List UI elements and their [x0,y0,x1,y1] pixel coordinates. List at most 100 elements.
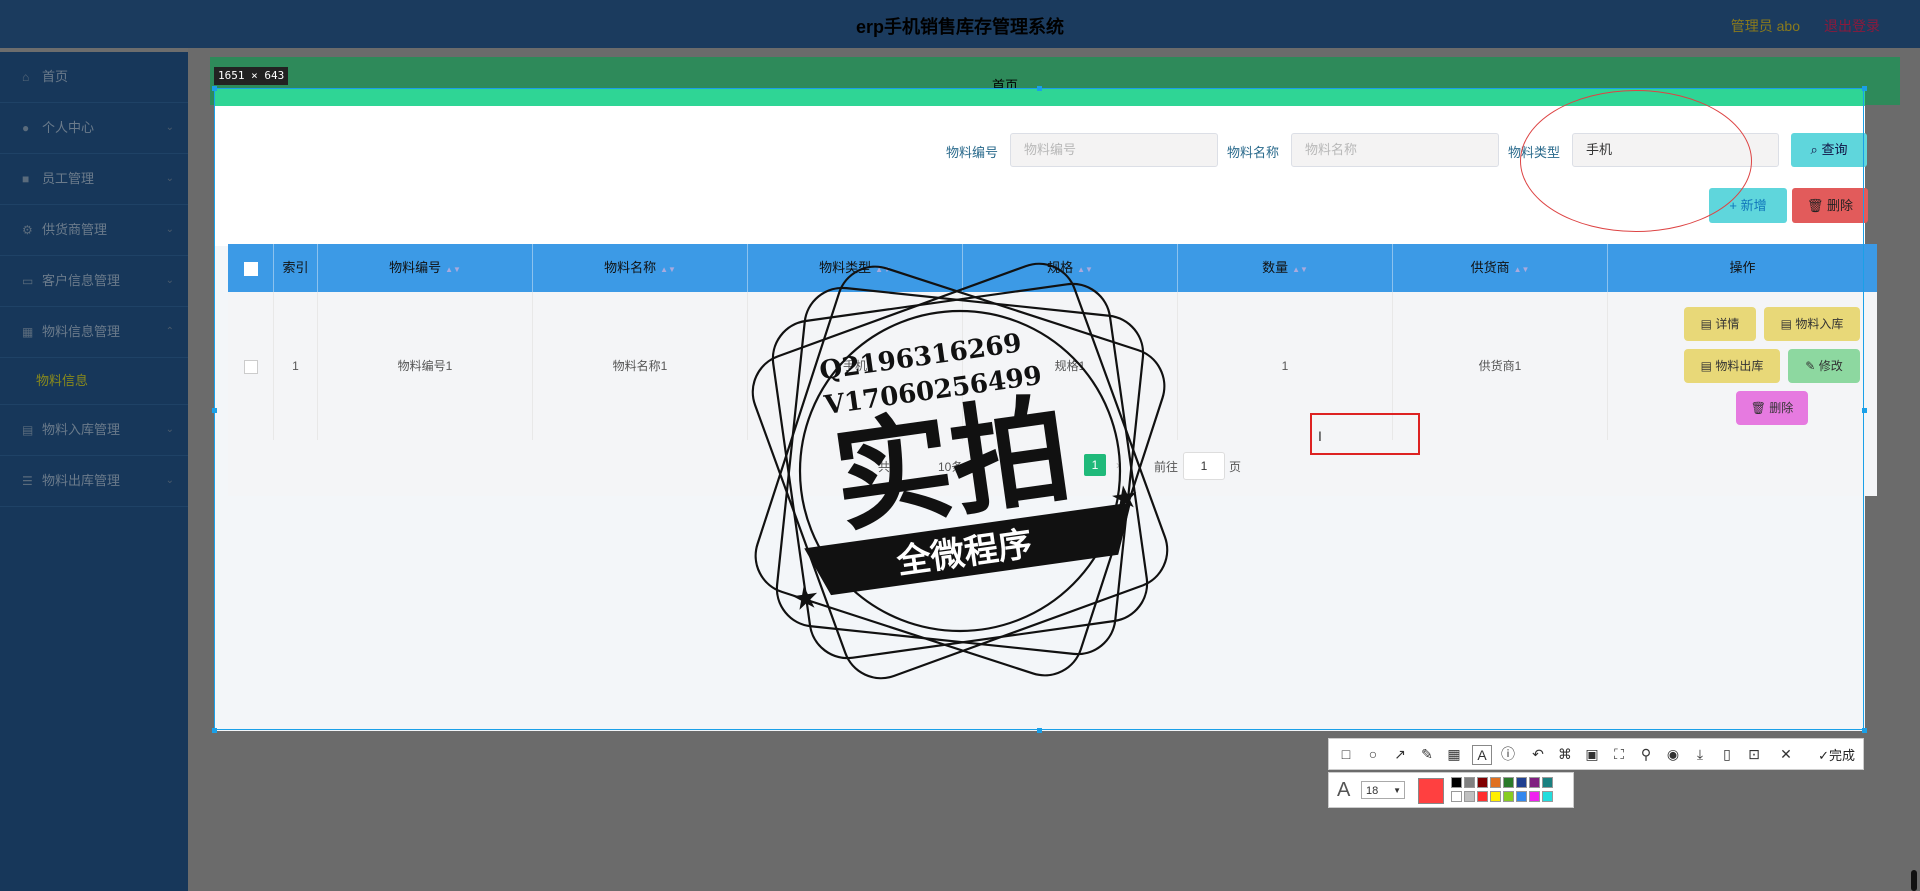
sidebar-item-inbound[interactable]: ▤ 物料入库管理 ⌄ [0,405,188,456]
edit-button[interactable]: ✎ 修改 [1788,349,1860,383]
chevron-down-icon: ⌄ [165,122,174,133]
resize-handle[interactable] [212,728,217,733]
text-tool-icon[interactable]: A [1472,745,1492,765]
current-color-swatch[interactable] [1418,778,1444,804]
resize-handle[interactable] [212,86,217,91]
close-icon[interactable]: ✕ [1777,745,1795,763]
scrollbar-thumb[interactable] [1911,870,1917,891]
mosaic-tool-icon[interactable]: ▦ [1445,745,1463,763]
phone-icon[interactable]: ▯ [1718,745,1736,763]
translate-icon[interactable]: ⌘ [1556,745,1574,763]
color-swatch[interactable] [1451,777,1462,788]
resize-handle[interactable] [1037,728,1042,733]
color-swatch[interactable] [1542,791,1553,802]
resize-handle[interactable] [1862,86,1867,91]
color-swatch[interactable] [1516,791,1527,802]
font-size-value: 18 [1366,785,1379,797]
resize-handle[interactable] [1037,86,1042,91]
col-index: 索引 [274,244,318,292]
color-swatch[interactable] [1529,791,1540,802]
undo-icon[interactable]: ↶ [1529,745,1547,763]
resize-handle[interactable] [212,408,217,413]
color-swatch[interactable] [1464,791,1475,802]
color-swatch[interactable] [1503,777,1514,788]
material-name-label: 物料名称 [1227,145,1280,160]
text-cursor-icon: I [1318,428,1322,444]
page-unit-label: 页 [1229,460,1242,474]
sort-icon[interactable]: ▲▼ [1514,265,1530,274]
sidebar-item-outbound[interactable]: ☰ 物料出库管理 ⌄ [0,456,188,507]
pin-icon[interactable]: ⚲ [1637,745,1655,763]
inbound-button-label: 物料入库 [1795,317,1844,331]
color-swatch[interactable] [1477,791,1488,802]
chevron-up-icon: ⌃ [165,326,174,337]
document-icon: ▤ [22,423,34,437]
logout-link[interactable]: 退出登录 [1824,16,1880,36]
goto-input[interactable]: 1 [1183,452,1225,480]
delete-button[interactable]: 🗑 删除 [1792,188,1868,223]
scroll-capture-icon[interactable]: ⛶ [1610,745,1628,763]
material-name-input[interactable]: 物料名称 [1291,133,1499,167]
sort-icon[interactable]: ▲▼ [660,265,676,274]
color-swatch[interactable] [1542,777,1553,788]
font-size-select[interactable]: 18 ▼ [1361,781,1405,799]
select-all-checkbox[interactable] [243,261,258,276]
app-header: erp手机销售库存管理系统 管理员 abo 退出登录 [0,0,1920,48]
query-button[interactable]: ⌕ 查询 [1791,133,1867,167]
col-supplier[interactable]: 供货商 ▲▼ [1393,244,1608,292]
sidebar-item-home[interactable]: ⌂ 首页 [0,52,188,103]
color-swatch[interactable] [1516,777,1527,788]
col-qty[interactable]: 数量 ▲▼ [1178,244,1393,292]
row-checkbox[interactable] [243,359,258,374]
sort-icon[interactable]: ▲▼ [445,265,461,274]
color-swatch[interactable] [1464,777,1475,788]
select-all-cell[interactable] [228,244,274,292]
row-delete-button[interactable]: 🗑 删除 [1736,391,1808,425]
col-qty-label: 数量 [1262,260,1289,275]
star-icon: ★ [789,578,822,618]
rectangle-tool-icon[interactable]: □ [1337,745,1355,763]
sidebar-item-materials[interactable]: ▦ 物料信息管理 ⌃ [0,307,188,358]
capture-dimensions: 1651 × 643 [214,67,289,85]
pencil-icon: ✎ [1805,359,1819,373]
row-select-cell[interactable] [228,292,274,440]
resize-handle[interactable] [1862,408,1867,413]
cell-code: 物料编号1 [318,292,533,440]
ocr-icon[interactable]: ▣ [1583,745,1601,763]
col-name[interactable]: 物料名称 ▲▼ [533,244,748,292]
color-swatch[interactable] [1503,791,1514,802]
admin-user-label[interactable]: 管理员 abo [1731,16,1800,36]
pen-tool-icon[interactable]: ✎ [1418,745,1436,763]
sort-icon[interactable]: ▲▼ [1292,265,1308,274]
arrow-tool-icon[interactable]: ↗ [1391,745,1409,763]
ellipse-tool-icon[interactable]: ○ [1364,745,1382,763]
done-button[interactable]: ✓完成 [1818,745,1855,764]
annotation-ellipse[interactable] [1520,90,1752,232]
download-icon[interactable]: ⤓ [1691,745,1709,763]
sidebar-item-profile[interactable]: ● 个人中心 ⌄ [0,103,188,154]
color-swatch[interactable] [1529,777,1540,788]
sidebar-subitem-material-info[interactable]: 物料信息 [0,358,188,405]
resize-handle[interactable] [1862,728,1867,733]
bookmark-icon[interactable]: ⊡ [1745,745,1763,763]
outbound-button[interactable]: ▤ 物料出库 [1684,349,1780,383]
record-icon[interactable]: ◉ [1664,745,1682,763]
color-swatch[interactable] [1451,791,1462,802]
sidebar-item-staff[interactable]: ■ 员工管理 ⌄ [0,154,188,205]
col-supplier-label: 供货商 [1470,260,1510,275]
color-swatch[interactable] [1490,777,1501,788]
inbound-button[interactable]: ▤ 物料入库 [1764,307,1860,341]
color-swatch[interactable] [1477,777,1488,788]
home-icon: ⌂ [22,70,30,84]
col-code[interactable]: 物料编号 ▲▼ [318,244,533,292]
number-tool-icon[interactable]: ⓘ [1499,745,1517,763]
sidebar-item-customers[interactable]: ▭ 客户信息管理 ⌄ [0,256,188,307]
delete-button-label: 删除 [1827,198,1854,213]
annotation-text-box[interactable] [1310,413,1420,455]
list-icon: ☰ [22,474,33,488]
material-code-input[interactable]: 物料编号 [1010,133,1218,167]
sidebar: ⌂ 首页 ● 个人中心 ⌄ ■ 员工管理 ⌄ ⚙ 供货商管理 ⌄ ▭ 客户信息管理 ⌄ ▦ 物料信息… [0,52,188,891]
detail-button[interactable]: ▤ 详情 [1684,307,1756,341]
color-swatch[interactable] [1490,791,1501,802]
sidebar-item-suppliers[interactable]: ⚙ 供货商管理 ⌄ [0,205,188,256]
